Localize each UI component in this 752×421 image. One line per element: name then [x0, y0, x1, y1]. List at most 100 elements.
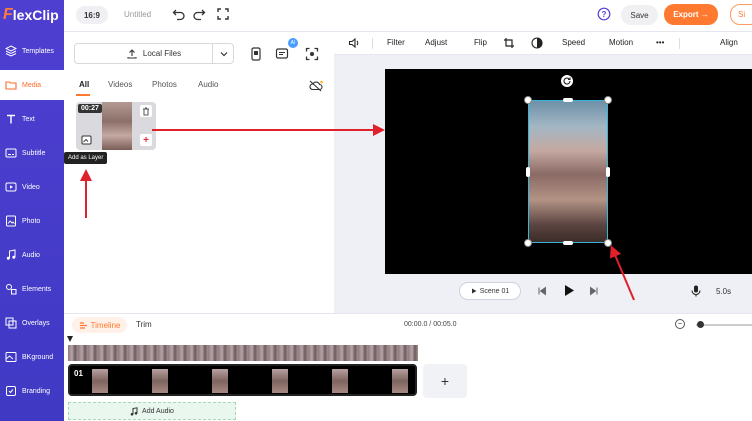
local-files-button[interactable]: Local Files	[74, 43, 234, 64]
track-frame	[92, 369, 108, 393]
subtitle-icon	[5, 147, 17, 159]
sidebar-item-elements[interactable]: Elements	[0, 274, 64, 304]
zoom-out-button[interactable]: −	[675, 319, 685, 329]
playhead[interactable]	[67, 336, 73, 342]
tab-photos[interactable]: Photos	[152, 80, 177, 89]
play-icon[interactable]	[562, 283, 576, 297]
add-to-timeline-button[interactable]: +	[140, 134, 152, 146]
resize-handle-left[interactable]	[526, 167, 530, 177]
sidebar-item-label: Audio	[22, 251, 40, 259]
fullscreen-icon[interactable]	[216, 7, 230, 21]
rotate-icon[interactable]	[561, 75, 573, 87]
save-button[interactable]: Save	[621, 5, 658, 25]
add-audio-label: Add Audio	[142, 407, 174, 415]
help-icon[interactable]: ?	[597, 7, 611, 21]
resize-handle-bottom-left[interactable]	[524, 239, 532, 247]
sidebar-item-media[interactable]: Media	[0, 70, 66, 100]
tab-videos[interactable]: Videos	[108, 80, 132, 89]
zoom-slider-knob[interactable]	[697, 321, 704, 328]
sidebar-item-label: Video	[22, 183, 40, 191]
scene-track[interactable]: 01	[68, 364, 417, 396]
align-button[interactable]: Align	[720, 38, 738, 47]
resize-handle-bottom[interactable]	[563, 241, 573, 245]
adjust-button[interactable]: Adjust	[425, 38, 447, 47]
redo-icon[interactable]	[192, 7, 206, 21]
active-tab-indicator	[76, 94, 90, 96]
separator	[372, 38, 373, 49]
track-frame	[272, 369, 288, 393]
scene-selector[interactable]: Scene 01	[459, 282, 521, 300]
motion-button[interactable]: Motion	[609, 38, 633, 47]
flip-button[interactable]: Flip	[474, 38, 487, 47]
sidebar-item-subtitle[interactable]: Subtitle	[0, 138, 64, 168]
more-options-button[interactable]: •••	[656, 38, 664, 47]
text-icon	[5, 113, 17, 125]
skip-forward-icon[interactable]	[588, 285, 600, 297]
sidebar-item-templates[interactable]: Templates	[0, 36, 64, 66]
sidebar-item-label: Elements	[22, 285, 52, 293]
sidebar-item-bkground[interactable]: BKground	[0, 342, 64, 372]
volume-icon[interactable]	[348, 37, 360, 51]
sidebar-item-text[interactable]: Text	[0, 104, 64, 134]
add-as-layer-icon[interactable]	[80, 134, 92, 146]
music-note-icon	[130, 406, 138, 416]
selected-video-layer[interactable]	[528, 100, 608, 243]
filter-button[interactable]: Filter	[387, 38, 405, 47]
thumbnail-duration: 00:27	[78, 104, 102, 113]
sidebar-item-branding[interactable]: Branding	[0, 376, 64, 406]
background-icon	[5, 351, 17, 363]
local-files-dropdown[interactable]	[212, 43, 234, 64]
add-audio-button[interactable]: Add Audio	[68, 402, 236, 420]
project-title[interactable]: Untitled	[124, 10, 151, 19]
resize-handle-right[interactable]	[606, 167, 610, 177]
phone-upload-icon[interactable]	[246, 44, 266, 64]
sidebar-item-video[interactable]: Video	[0, 172, 64, 202]
svg-text:?: ?	[602, 10, 607, 19]
tab-audio[interactable]: Audio	[198, 80, 218, 89]
speed-button[interactable]: Speed	[562, 38, 585, 47]
resize-handle-top[interactable]	[563, 98, 573, 102]
resize-handle-bottom-right[interactable]	[604, 239, 612, 247]
overlay-layer-track[interactable]	[68, 345, 418, 361]
scan-icon[interactable]	[302, 44, 322, 64]
resize-handle-top-left[interactable]	[524, 96, 532, 104]
sidebar-item-photo[interactable]: Photo	[0, 206, 64, 236]
branding-icon	[5, 385, 17, 397]
microphone-icon[interactable]	[690, 285, 702, 297]
flexclip-logo[interactable]: F lexClip	[3, 6, 61, 24]
sidebar-item-audio[interactable]: Audio	[0, 240, 64, 270]
sidebar-item-label: Branding	[22, 387, 51, 395]
sidebar: F lexClip Templates Media Text Subtitle Vide…	[0, 0, 66, 421]
video-icon	[5, 181, 17, 193]
cloud-off-icon[interactable]	[306, 76, 326, 96]
tab-timeline[interactable]: Timeline	[72, 317, 127, 333]
undo-icon[interactable]	[172, 7, 186, 21]
timeline-time: 00:00.0 / 00:05.0	[404, 321, 457, 328]
opacity-icon[interactable]	[531, 37, 543, 51]
media-thumbnail[interactable]: 00:27 +	[76, 102, 156, 150]
sidebar-item-label: Overlays	[22, 319, 50, 327]
thumbnail-image	[102, 102, 132, 150]
export-button[interactable]: Export →	[664, 4, 718, 25]
tab-trim[interactable]: Trim	[136, 320, 152, 329]
logo-mark: F	[3, 6, 13, 23]
resize-handle-top-right[interactable]	[604, 96, 612, 104]
aspect-ratio-button[interactable]: 16:9	[76, 6, 108, 24]
skip-back-icon[interactable]	[536, 285, 548, 297]
crop-icon[interactable]	[503, 37, 515, 51]
chevron-down-icon	[220, 51, 227, 56]
play-small-icon	[471, 288, 477, 294]
local-files-label: Local Files	[142, 49, 182, 58]
add-scene-button[interactable]: +	[423, 364, 467, 398]
music-icon	[5, 249, 17, 261]
zoom-slider[interactable]	[696, 324, 752, 326]
sidebar-item-label: Templates	[22, 47, 54, 55]
tooltip: Add as Layer	[64, 152, 108, 164]
overlays-icon	[5, 317, 17, 329]
sidebar-item-overlays[interactable]: Overlays	[0, 308, 64, 338]
tab-all[interactable]: All	[79, 80, 89, 89]
track-frame	[152, 369, 168, 393]
sign-in-button[interactable]: Si	[730, 4, 752, 25]
delete-icon[interactable]	[140, 105, 152, 117]
sidebar-item-label: Text	[22, 115, 35, 123]
